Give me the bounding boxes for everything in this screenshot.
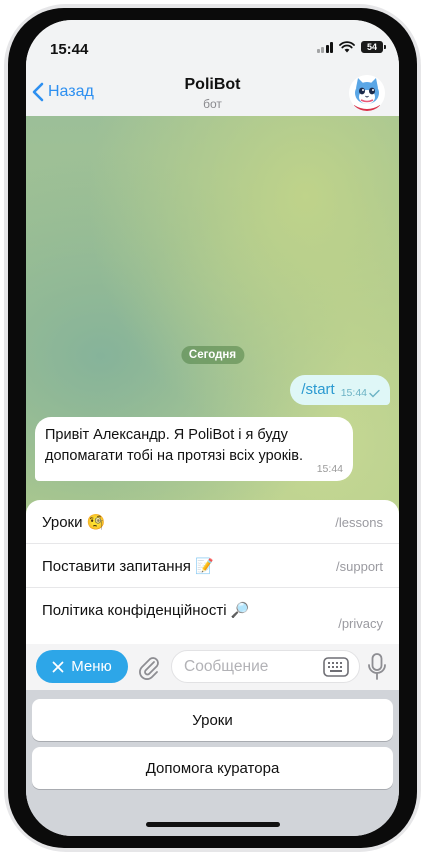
message-meta: 15:44 [341,387,380,399]
wifi-icon [339,41,355,53]
keyboard-icon[interactable] [323,657,349,677]
incoming-message[interactable]: Привіт Александр. Я PoliBot і я буду доп… [35,417,353,481]
command-name: Уроки 🧐 [42,514,106,531]
command-item-support[interactable]: Поставити запитання 📝 /support [26,544,399,588]
message-text: Привіт Александр. Я PoliBot і я буду доп… [45,427,304,464]
menu-button[interactable]: Меню [36,650,128,683]
paperclip-icon[interactable] [137,654,161,680]
message-text: /start [301,381,335,398]
command-path: /lessons [335,515,383,530]
bot-avatar[interactable] [349,75,385,111]
status-time: 15:44 [50,41,89,58]
chat-title[interactable]: PoliBot [26,76,399,94]
command-path: /support [336,559,383,574]
phone-screen: 15:44 54 Назад PoliBot бот Сегодня /star… [26,20,399,836]
date-chip: Сегодня [180,346,245,364]
menu-label: Меню [71,658,112,675]
close-icon [52,661,64,672]
top-area: 15:44 54 Назад PoliBot бот [26,20,399,116]
reply-button-curator-help[interactable]: Допомога куратора [32,747,393,789]
command-item-privacy[interactable]: Політика конфіденційності 🔎 /privacy [26,588,399,644]
read-check-icon [369,389,380,397]
command-name: Поставити запитання 📝 [42,558,214,575]
microphone-icon[interactable] [366,652,388,682]
command-path: /privacy [338,616,383,631]
battery-icon: 54 [361,41,386,53]
bot-command-menu: Уроки 🧐 /lessons Поставити запитання 📝 /… [26,500,399,644]
chat-area: Сегодня /start 15:44 Привіт Александр. Я… [26,116,399,516]
reply-keyboard: Уроки Допомога куратора [26,690,399,836]
command-item-lessons[interactable]: Уроки 🧐 /lessons [26,500,399,544]
cat-avatar-icon [349,75,385,111]
command-name: Політика конфіденційності 🔎 [42,602,250,619]
status-icons: 54 [316,41,386,53]
outgoing-message[interactable]: /start 15:44 [290,375,390,405]
chat-subtitle: бот [203,97,222,111]
chat-header: Назад PoliBot бот [26,70,399,116]
home-indicator[interactable] [145,822,280,827]
input-bar: Меню [26,644,399,690]
signal-icon [316,41,333,53]
status-bar: 15:44 54 [26,20,399,70]
message-time: 15:44 [340,387,367,399]
reply-button-lessons[interactable]: Уроки [32,699,393,741]
